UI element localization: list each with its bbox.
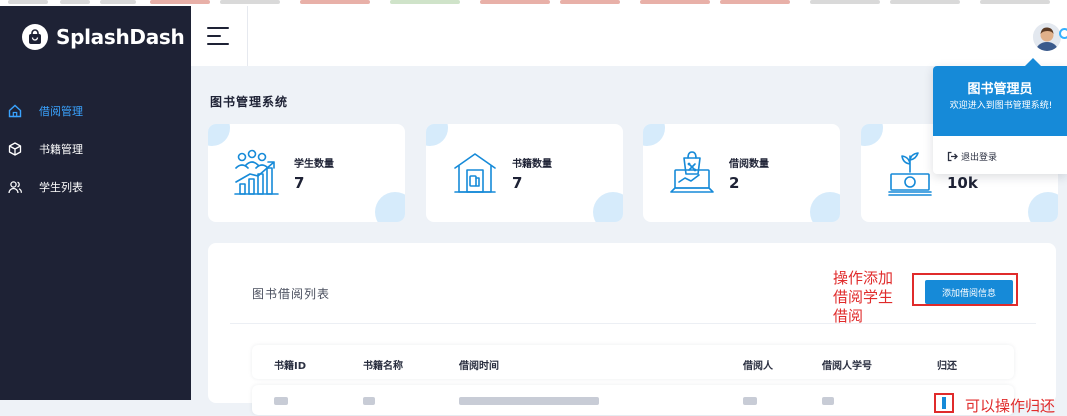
clipped-cell — [363, 397, 375, 405]
app-logo[interactable]: SplashDash — [22, 24, 185, 50]
stat-value: 2 — [729, 174, 740, 192]
stat-value: 7 — [294, 174, 305, 192]
stat-card-books: 书籍数量 7 — [426, 124, 623, 222]
students-growth-icon — [232, 148, 282, 198]
sidebar-item-label: 书籍管理 — [39, 143, 83, 156]
logout-label: 退出登录 — [961, 153, 998, 163]
table-row — [252, 385, 1014, 415]
stat-value: 10k — [947, 174, 978, 192]
decoration — [1028, 192, 1058, 222]
sidebar-item-books[interactable]: 书籍管理 — [0, 130, 191, 168]
clipped-cell — [274, 397, 288, 405]
stat-card-borrows: 借阅数量 2 — [643, 124, 840, 222]
clipped-cell — [459, 397, 599, 405]
money-plant-icon — [885, 148, 935, 198]
column-header-book-id: 书籍ID — [274, 361, 307, 372]
return-button[interactable] — [934, 393, 954, 413]
decoration — [426, 124, 448, 146]
sidebar-item-label: 学生列表 — [39, 181, 83, 194]
decoration — [861, 124, 883, 146]
user-dropdown: 图书管理员 欢迎进入到图书管理系统! 退出登录 — [933, 58, 1067, 174]
decoration — [643, 124, 665, 146]
sidebar-item-students[interactable]: 学生列表 — [0, 168, 191, 206]
column-header-return: 归还 — [937, 361, 957, 372]
annotation-line: 借阅学生 — [833, 288, 894, 306]
stat-label: 学生数量 — [294, 159, 334, 170]
dropdown-arrow — [1025, 58, 1041, 66]
column-header-borrower: 借阅人 — [743, 361, 773, 372]
column-header-book-name: 书籍名称 — [363, 361, 403, 372]
welcome-text: 欢迎进入到图书管理系统! — [949, 101, 1053, 111]
add-borrow-button[interactable]: 添加借阅信息 — [925, 280, 1013, 304]
clipped-cell — [822, 397, 834, 405]
sidebar: SplashDash 借阅管理 书籍管理 学生列表 — [0, 6, 191, 400]
divider — [247, 6, 248, 66]
column-header-borrow-time: 借阅时间 — [459, 361, 499, 372]
user-role: 图书管理员 — [967, 82, 1033, 97]
stat-card-students: 学生数量 7 — [208, 124, 405, 222]
decoration — [208, 124, 230, 146]
sidebar-item-borrow[interactable]: 借阅管理 — [0, 92, 191, 130]
logout-icon — [947, 151, 958, 162]
home-icon — [8, 104, 22, 118]
annotation-line: 操作添加 — [833, 269, 894, 287]
logout-link[interactable]: 退出登录 — [947, 150, 997, 163]
divider — [230, 323, 1036, 324]
annotation-return: 可以操作归还 — [965, 397, 1056, 415]
user-icon — [8, 180, 22, 194]
sidebar-nav: 借阅管理 书籍管理 学生列表 — [0, 92, 191, 206]
stat-label: 借阅数量 — [729, 159, 769, 170]
library-building-icon — [450, 148, 500, 198]
app-name: SplashDash — [56, 25, 185, 49]
hamburger-icon[interactable] — [207, 27, 229, 45]
box-icon — [8, 142, 22, 156]
dropdown-header: 图书管理员 欢迎进入到图书管理系统! — [933, 58, 1067, 136]
avatar[interactable] — [1033, 23, 1061, 51]
sidebar-item-label: 借阅管理 — [39, 105, 83, 118]
stat-value: 7 — [512, 174, 523, 192]
borrow-list-panel: 图书借阅列表 操作添加 借阅学生 借阅 添加借阅信息 书籍ID 书籍名称 借阅时… — [208, 243, 1056, 415]
annotation-add: 操作添加 借阅学生 借阅 — [833, 269, 913, 326]
bag-icon — [22, 24, 48, 50]
decoration — [593, 192, 623, 222]
top-bar — [191, 6, 1067, 66]
page-title: 图书管理系统 — [210, 95, 289, 109]
clipped-cell — [743, 397, 757, 405]
decoration — [810, 192, 840, 222]
shopping-laptop-icon — [667, 148, 717, 198]
stat-label: 书籍数量 — [512, 159, 552, 170]
decoration — [375, 192, 405, 222]
panel-title: 图书借阅列表 — [252, 287, 331, 301]
column-header-student-id: 借阅人学号 — [822, 361, 872, 372]
online-status-dot — [1059, 28, 1067, 39]
table-header: 书籍ID 书籍名称 借阅时间 借阅人 借阅人学号 归还 — [252, 345, 1014, 379]
